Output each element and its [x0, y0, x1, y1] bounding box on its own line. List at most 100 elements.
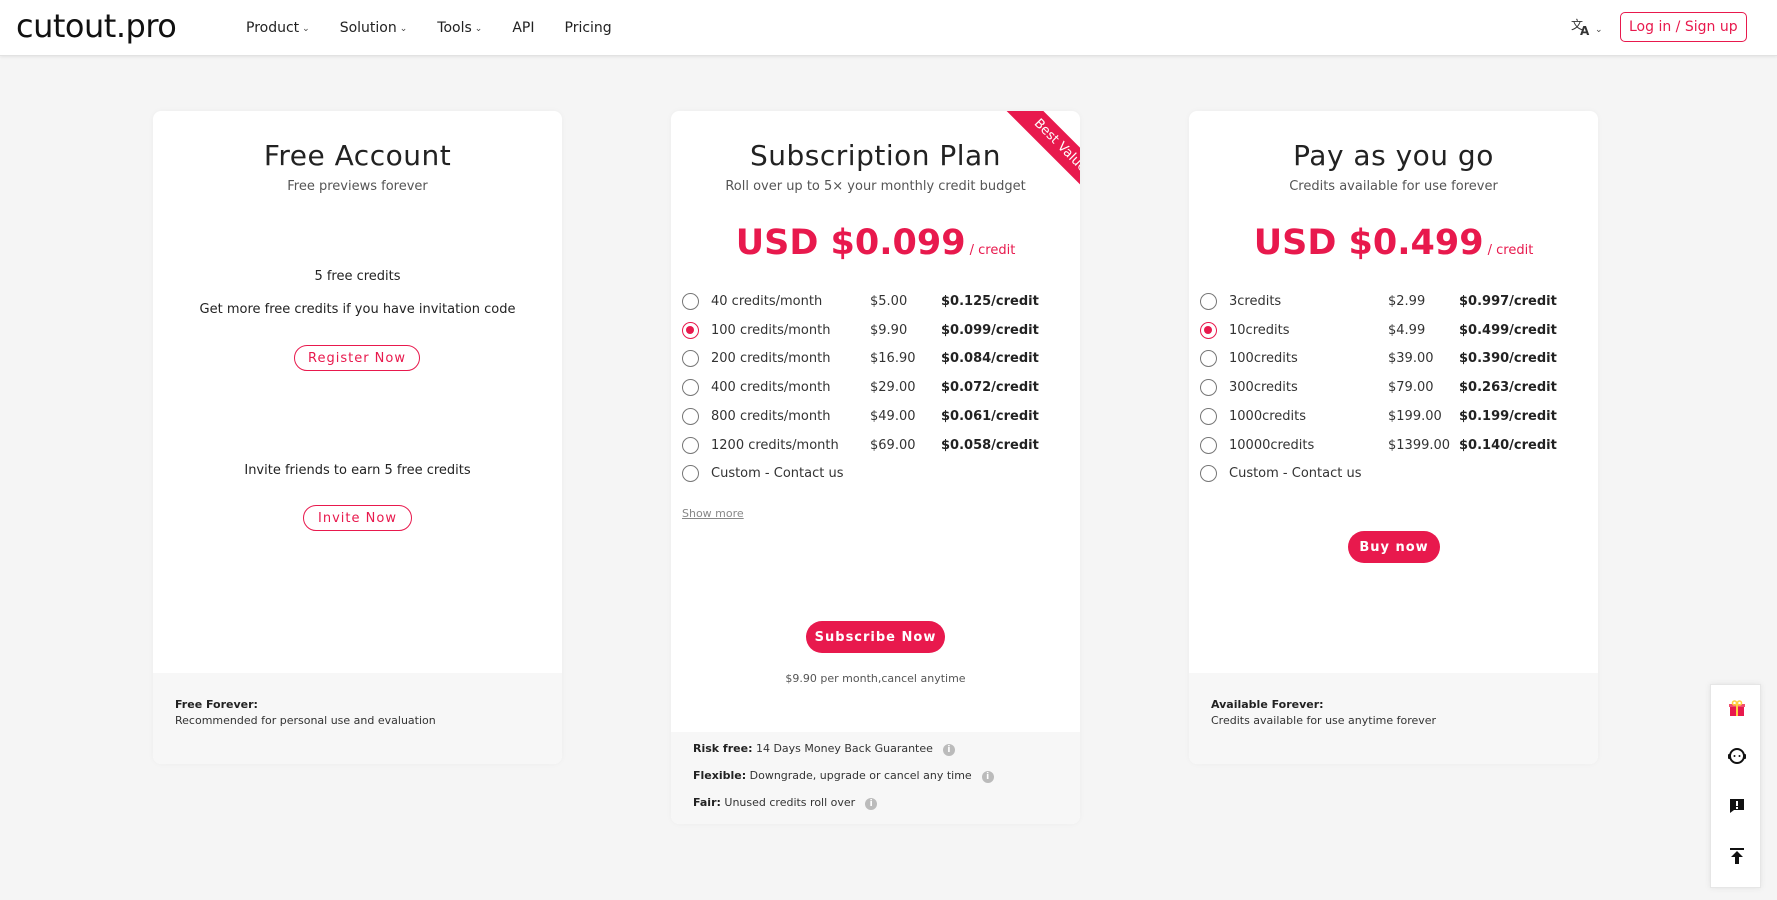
radio-button[interactable]	[682, 464, 699, 482]
nav-tools[interactable]: Tools ⌄	[437, 20, 482, 36]
payg-option[interactable]: 100credits $39.00 $0.390/credit	[1200, 346, 1590, 370]
subscription-option-custom[interactable]: Custom - Contact us	[682, 461, 1072, 485]
top-navigation-bar: cutout.pro Product ⌄ Solution ⌄ Tools ⌄ …	[0, 0, 1777, 56]
option-amount: $1399.00	[1388, 437, 1451, 453]
option-amount: $69.00	[870, 437, 916, 453]
subscription-price-value: USD $0.099	[735, 223, 966, 263]
nav-pricing[interactable]: Pricing	[565, 20, 612, 36]
payg-card-footer: Available Forever: Credits available for…	[1189, 673, 1598, 764]
option-label: 400 credits/month	[711, 379, 831, 395]
info-icon[interactable]: i	[942, 744, 955, 756]
invite-friends-text: Invite friends to earn 5 free credits	[244, 463, 471, 478]
option-amount: $29.00	[870, 379, 916, 395]
chevron-down-icon: ⌄	[1595, 24, 1603, 35]
option-label: 1000credits	[1229, 408, 1307, 424]
nav-product[interactable]: Product ⌄	[246, 20, 310, 36]
nav-product-label: Product	[246, 20, 300, 36]
subscription-card-footer: Risk free: 14 Days Money Back Guarantee i…	[671, 732, 1080, 824]
option-per-credit: $0.084/credit	[941, 350, 1039, 366]
option-amount: $9.90	[870, 322, 908, 338]
nav-api[interactable]: API	[512, 20, 534, 36]
option-amount: $16.90	[870, 350, 916, 366]
show-more-link[interactable]: Show more	[682, 507, 744, 520]
login-signup-button[interactable]: Log in / Sign up	[1620, 12, 1747, 42]
option-label: Custom - Contact us	[1229, 465, 1362, 481]
radio-button-selected[interactable]	[682, 321, 699, 339]
subscription-option[interactable]: 400 credits/month $29.00 $0.072/credit	[682, 375, 1072, 399]
radio-button[interactable]	[682, 436, 699, 454]
radio-button[interactable]	[1200, 378, 1217, 396]
option-amount: $39.00	[1388, 350, 1434, 366]
main-nav: Product ⌄ Solution ⌄ Tools ⌄ API Pricing	[246, 0, 612, 56]
option-per-credit: $0.499/credit	[1459, 322, 1557, 338]
nav-solution[interactable]: Solution ⌄	[340, 20, 408, 36]
subscription-option[interactable]: 800 credits/month $49.00 $0.061/credit	[682, 404, 1072, 428]
register-now-button[interactable]: Register Now	[294, 345, 420, 371]
radio-button[interactable]	[1200, 292, 1217, 310]
subscription-card-subtitle: Roll over up to 5× your monthly credit b…	[725, 179, 1026, 194]
option-label: 10credits	[1229, 322, 1290, 338]
radio-button-selected[interactable]	[1200, 321, 1217, 339]
option-label: 100 credits/month	[711, 322, 831, 338]
info-icon[interactable]: i	[865, 798, 878, 810]
payg-option[interactable]: 10credits $4.99 $0.499/credit	[1200, 318, 1590, 342]
free-account-card: Free Account Free previews forever 5 fre…	[153, 111, 562, 764]
language-selector[interactable]: 文A ⌄	[1570, 16, 1603, 41]
option-label: 300credits	[1229, 379, 1298, 395]
radio-button[interactable]	[682, 349, 699, 367]
svg-text:A: A	[1580, 24, 1590, 36]
option-per-credit: $0.997/credit	[1459, 293, 1557, 309]
option-label: 200 credits/month	[711, 350, 831, 366]
nav-pricing-label: Pricing	[564, 20, 612, 36]
feedback-icon[interactable]	[1711, 795, 1762, 825]
radio-button[interactable]	[1200, 464, 1217, 482]
option-amount: $49.00	[870, 408, 916, 424]
subscribe-now-button[interactable]: Subscribe Now	[806, 621, 945, 653]
invite-now-button[interactable]: Invite Now	[303, 505, 412, 531]
option-amount: $79.00	[1388, 379, 1434, 395]
subscription-plan-card: Best Value Subscription Plan Roll over u…	[671, 111, 1080, 824]
free-card-title: Free Account	[263, 139, 452, 172]
radio-button[interactable]	[682, 378, 699, 396]
radio-button[interactable]	[1200, 349, 1217, 367]
subscription-price: USD $0.099/ credit	[671, 223, 1080, 263]
nav-solution-label: Solution	[339, 20, 397, 36]
option-label: 800 credits/month	[711, 408, 831, 424]
support-agent-icon[interactable]	[1711, 746, 1762, 776]
back-to-top-icon[interactable]	[1711, 845, 1762, 875]
info-icon[interactable]: i	[981, 771, 994, 783]
subscription-option[interactable]: 40 credits/month $5.00 $0.125/credit	[682, 289, 1072, 313]
payg-footer-text: Credits available for use anytime foreve…	[1211, 714, 1437, 727]
payg-option[interactable]: 1000credits $199.00 $0.199/credit	[1200, 404, 1590, 428]
payg-price-value: USD $0.499	[1253, 223, 1484, 263]
subscription-option[interactable]: 100 credits/month $9.90 $0.099/credit	[682, 318, 1072, 342]
option-per-credit: $0.058/credit	[941, 437, 1039, 453]
fair-line: Fair: Unused credits roll over i	[693, 796, 878, 810]
payg-footer-title: Available Forever:	[1211, 698, 1324, 711]
payg-option[interactable]: 3credits $2.99 $0.997/credit	[1200, 289, 1590, 313]
chevron-down-icon: ⌄	[474, 24, 483, 34]
logo[interactable]: cutout.pro	[16, 7, 177, 45]
radio-button[interactable]	[1200, 436, 1217, 454]
subscription-option[interactable]: 1200 credits/month $69.00 $0.058/credit	[682, 433, 1072, 457]
option-per-credit: $0.072/credit	[941, 379, 1039, 395]
option-label: 40 credits/month	[711, 293, 823, 309]
free-card-footer: Free Forever: Recommended for personal u…	[153, 673, 562, 764]
option-amount: $199.00	[1388, 408, 1442, 424]
nav-api-label: API	[512, 20, 535, 36]
subscription-option[interactable]: 200 credits/month $16.90 $0.084/credit	[682, 346, 1072, 370]
payg-option-custom[interactable]: Custom - Contact us	[1200, 461, 1590, 485]
option-per-credit: $0.390/credit	[1459, 350, 1557, 366]
radio-button[interactable]	[682, 292, 699, 310]
option-label: 1200 credits/month	[711, 437, 839, 453]
buy-now-button[interactable]: Buy now	[1348, 531, 1440, 563]
gift-icon[interactable]	[1711, 697, 1762, 727]
radio-button[interactable]	[1200, 407, 1217, 425]
payg-option[interactable]: 10000credits $1399.00 $0.140/credit	[1200, 433, 1590, 457]
risk-free-line: Risk free: 14 Days Money Back Guarantee i	[693, 742, 955, 756]
payg-option[interactable]: 300credits $79.00 $0.263/credit	[1200, 375, 1590, 399]
pay-as-you-go-card: Pay as you go Credits available for use …	[1189, 111, 1598, 764]
free-card-subtitle: Free previews forever	[287, 179, 428, 194]
radio-button[interactable]	[682, 407, 699, 425]
free-footer-text: Recommended for personal use and evaluat…	[175, 714, 436, 727]
